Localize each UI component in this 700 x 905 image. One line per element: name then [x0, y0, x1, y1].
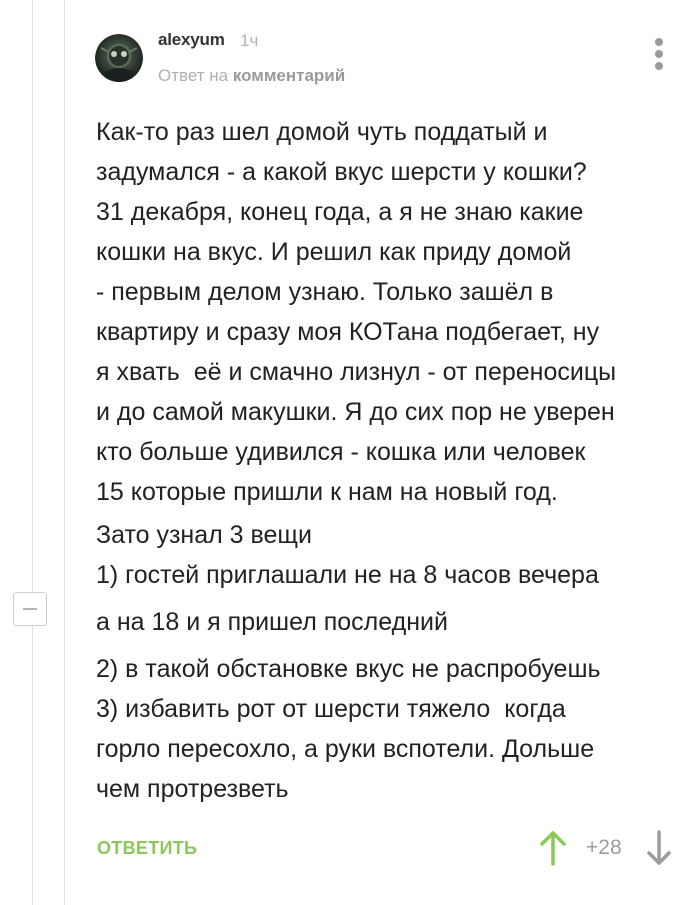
comment-line: 31 декабря, конец года, а я не знаю каки…: [96, 198, 584, 226]
comment-body: Как-то раз шел домой чуть поддатый и зад…: [96, 112, 686, 809]
menu-dot: [655, 50, 663, 58]
reply-to-line: Ответ на комментарий: [158, 66, 345, 86]
comment-line: квартиру и сразу моя КОТана подбегает, н…: [96, 318, 600, 346]
comment-time: 1ч: [240, 31, 259, 50]
menu-dot: [655, 62, 663, 70]
avatar-image: [95, 34, 143, 82]
arrow-up-icon[interactable]: [537, 830, 569, 866]
comment-line: кто больше удивился - кошка или человек: [96, 438, 586, 466]
collapse-thread-button[interactable]: [13, 592, 47, 626]
comment-line: 3) избавить рот от шерсти тяжело когда: [96, 695, 566, 723]
comment-line: а на 18 и я пришел последний: [96, 608, 448, 636]
comment-line: кошки на вкус. И решил как приду домой: [96, 238, 572, 266]
comment-line: Как-то раз шел домой чуть поддатый и: [96, 118, 548, 146]
comment-line: горло пересохло, а руки вспотели. Дольше: [96, 735, 595, 763]
thread-line-outer: [32, 0, 33, 905]
comment-line: задумался - а какой вкус шерсти у кошки?: [96, 158, 587, 186]
comment-line: 2) в такой обстановке вкус не распробуеш…: [96, 655, 601, 683]
reply-button[interactable]: ОТВЕТИТЬ: [97, 838, 197, 859]
comment-line: - первым делом узнаю. Только зашёл в: [96, 278, 554, 306]
rating-count: +28: [586, 836, 622, 859]
menu-dot: [655, 38, 663, 46]
reply-to-prefix: Ответ на: [158, 66, 233, 85]
comment-line: чем протрезветь: [96, 775, 289, 803]
comment-line: 1) гостей приглашали не на 8 часов вечер…: [96, 561, 599, 589]
comment-line: и до самой макушки. Я до сих пор не увер…: [96, 398, 615, 426]
comment-line: я хвать её и смачно лизнул - от переноси…: [96, 358, 617, 386]
arrow-down-icon[interactable]: [644, 830, 674, 866]
reply-to-link[interactable]: комментарий: [233, 66, 345, 85]
more-options-icon[interactable]: [650, 38, 668, 72]
avatar[interactable]: [95, 34, 143, 82]
comment-line: Зато узнал 3 вещи: [96, 521, 312, 549]
comment-line: 15 которые пришли к нам на новый год.: [96, 478, 558, 506]
author-name[interactable]: alexyum: [158, 30, 225, 50]
thread-line-inner: [64, 0, 65, 905]
